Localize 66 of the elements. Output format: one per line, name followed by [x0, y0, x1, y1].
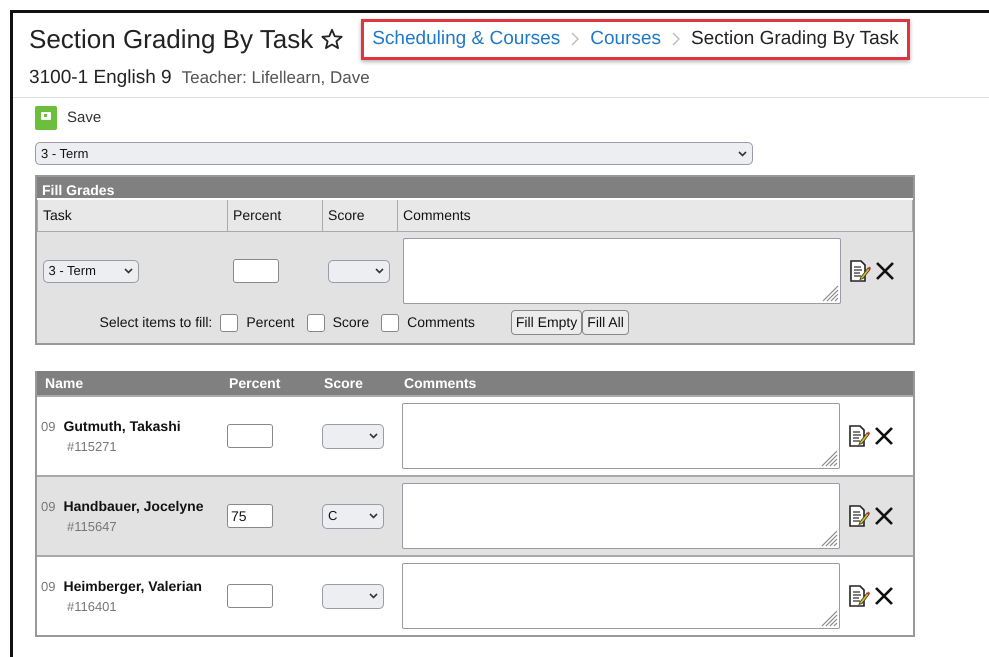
edit-comment-icon[interactable] — [848, 259, 870, 283]
chevron-icon — [124, 268, 132, 274]
column-header: Name — [44, 374, 84, 392]
score-dropdown[interactable] — [322, 424, 384, 448]
fill-empty-button[interactable]: Fill Empty — [510, 310, 582, 335]
column-header: Percent — [229, 374, 282, 392]
score-dropdown[interactable] — [328, 260, 390, 282]
term-dropdown[interactable]: 3 - Term — [35, 142, 753, 165]
score-dropdown[interactable] — [322, 584, 384, 608]
percent-field[interactable] — [227, 584, 273, 608]
column-header: Comments — [404, 374, 476, 392]
chevron-icon — [374, 268, 384, 274]
percent-field[interactable]: 75 — [227, 504, 273, 528]
star-icon[interactable] — [321, 28, 344, 50]
column-header: Score — [322, 199, 398, 232]
student-name[interactable]: Heimberger, Valerian — [63, 576, 202, 597]
column-header: Percent — [228, 199, 322, 232]
delete-icon[interactable] — [874, 506, 894, 526]
chevron-icon — [369, 513, 378, 519]
grade-level: 09 — [41, 498, 56, 516]
save-icon — [35, 106, 57, 130]
breadcrumb-current: Section Grading By Task — [690, 27, 899, 51]
teacher-name: Teacher: Lifellearn, Dave — [182, 66, 370, 88]
fill-all-button[interactable]: Fill All — [582, 310, 629, 335]
student-id: #115271 — [66, 438, 118, 456]
edit-comment-icon[interactable] — [848, 504, 870, 528]
save-button[interactable]: Save — [35, 106, 102, 130]
chevron-icon — [570, 32, 580, 46]
chevron-icon — [670, 32, 681, 46]
grade-level: 09 — [41, 578, 56, 596]
percent-field[interactable] — [227, 424, 273, 448]
option-label: Score — [332, 313, 370, 332]
checkbox[interactable] — [306, 314, 325, 332]
student-id: #115647 — [66, 518, 118, 536]
comments-field[interactable] — [402, 563, 840, 629]
option-label: Comments — [407, 313, 475, 332]
checkbox[interactable] — [381, 314, 400, 332]
page-title: Section Grading By Task — [29, 22, 314, 56]
grade-level: 09 — [41, 418, 56, 436]
comments-field[interactable] — [402, 403, 840, 469]
panel-title: Fill Grades — [37, 177, 913, 198]
fill-label: Select items to fill: — [100, 313, 212, 332]
task-dropdown[interactable]: 3 - Term — [42, 260, 138, 282]
student-id: #116401 — [66, 598, 118, 616]
breadcrumb-link[interactable]: Scheduling & Courses — [372, 25, 560, 54]
chevron-icon — [369, 593, 378, 599]
breadcrumb-link[interactable]: Courses — [590, 25, 661, 54]
checkbox[interactable] — [220, 314, 238, 332]
score-dropdown[interactable]: C — [322, 504, 384, 528]
edit-comment-icon[interactable] — [848, 584, 870, 608]
student-name[interactable]: Gutmuth, Takashi — [63, 416, 181, 437]
percent-field[interactable] — [232, 259, 278, 283]
column-header: Score — [324, 374, 364, 392]
delete-icon[interactable] — [874, 261, 894, 281]
column-header: Task — [38, 199, 228, 232]
section-name: 3100-1 English 9 — [29, 66, 172, 90]
delete-icon[interactable] — [874, 586, 894, 606]
comments-field[interactable] — [402, 483, 840, 549]
option-label: Percent — [246, 313, 295, 332]
column-header: Comments — [398, 199, 912, 232]
chevron-icon — [738, 150, 747, 156]
student-name[interactable]: Handbauer, Jocelyne — [63, 496, 204, 517]
comments-field[interactable] — [402, 238, 840, 304]
chevron-icon — [369, 433, 378, 439]
edit-comment-icon[interactable] — [848, 424, 870, 448]
delete-icon[interactable] — [874, 426, 894, 446]
